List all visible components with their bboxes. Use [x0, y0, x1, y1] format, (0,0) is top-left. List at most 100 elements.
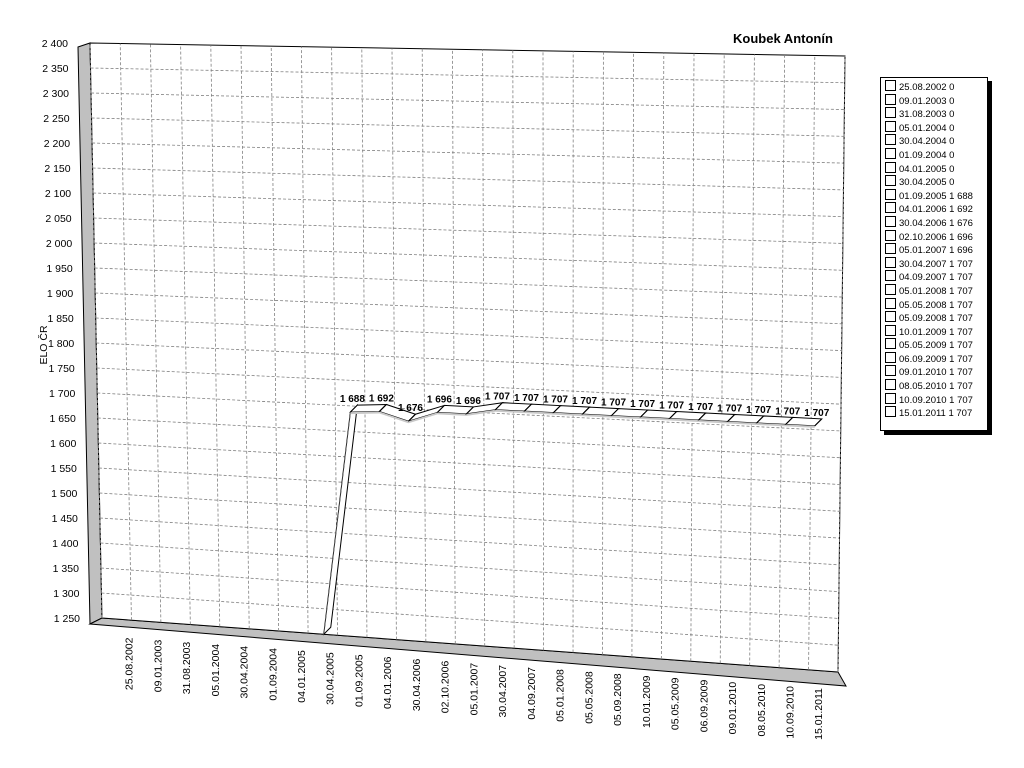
legend-item: 08.05.2010 1 707: [885, 379, 987, 393]
legend-item: 30.04.2005 0: [885, 175, 987, 189]
data-label: 1 707: [746, 405, 771, 416]
data-label: 1 707: [630, 399, 655, 410]
legend-label: 05.01.2004 0: [899, 122, 955, 134]
legend-swatch: [885, 392, 896, 404]
x-tick-label: 10.09.2010: [785, 686, 797, 739]
data-label: 1 692: [369, 394, 394, 405]
legend-item: 04.01.2005 0: [885, 161, 987, 176]
legend-item: 10.09.2010 1 707: [885, 392, 987, 407]
legend-label: 04.09.2007 1 707: [899, 272, 973, 284]
legend-label: 30.04.2004 0: [899, 136, 955, 148]
legend-item: 04.09.2007 1 707: [885, 270, 987, 284]
legend-swatch: [885, 379, 896, 391]
legend-label: 10.09.2010 1 707: [899, 394, 973, 406]
y-tick-label: 1 950: [46, 263, 72, 275]
y-tick-label: 1 450: [52, 513, 78, 525]
legend-label: 30.04.2006 1 676: [899, 217, 973, 229]
x-tick-label: 06.09.2009: [698, 680, 710, 733]
legend-item: 01.09.2004 0: [885, 147, 987, 162]
legend-swatch: [885, 107, 896, 119]
data-label: 1 707: [775, 406, 800, 417]
y-tick-label: 1 650: [50, 413, 76, 425]
x-tick-label: 08.05.2010: [756, 684, 768, 737]
chart-legend: 25.08.2002 0 09.01.2003 0 31.08.2003 0 05.0…: [880, 77, 988, 431]
legend-label: 25.08.2002 0: [899, 82, 955, 93]
x-tick-label: 31.08.2003: [181, 642, 193, 695]
legend-swatch: [885, 161, 896, 173]
data-label: 1 707: [688, 402, 713, 413]
y-tick-label: 1 500: [51, 488, 77, 500]
legend-item: 30.04.2007 1 707: [885, 256, 987, 271]
x-tick-label: 09.01.2003: [152, 639, 164, 692]
x-tick-label: 05.09.2008: [612, 673, 624, 726]
legend-swatch: [885, 215, 896, 227]
legend-label: 06.09.2009 1 707: [899, 353, 973, 365]
legend-label: 04.01.2005 0: [899, 163, 955, 175]
legend-swatch: [885, 229, 896, 241]
x-tick-label: 30.04.2005: [325, 652, 337, 705]
legend-label: 05.01.2008 1 707: [899, 285, 973, 297]
y-tick-label: 2 150: [44, 163, 70, 175]
y-axis-title: ELO ČR: [37, 325, 50, 365]
x-tick-label: 05.05.2008: [583, 671, 595, 724]
data-label: 1 676: [398, 403, 423, 414]
legend-swatch: [885, 406, 896, 418]
legend-swatch: [885, 93, 896, 105]
x-tick-label: 30.04.2007: [497, 665, 509, 718]
x-tick-label: 04.01.2005: [296, 650, 308, 703]
y-tick-label: 1 700: [49, 388, 75, 400]
legend-swatch: [885, 283, 896, 295]
legend-item: 05.05.2009 1 707: [885, 338, 987, 352]
data-label: 1 707: [485, 392, 510, 403]
plot-back-plane: [89, 42, 846, 673]
legend-label: 30.04.2005 0: [899, 177, 955, 189]
legend-item: 25.08.2002 0: [885, 80, 987, 94]
legend-item: 05.01.2004 0: [885, 120, 987, 135]
legend-item: 10.01.2009 1 707: [885, 324, 987, 339]
x-tick-label: 05.01.2004: [210, 644, 222, 697]
legend-label: 05.09.2008 1 707: [899, 313, 973, 325]
legend-label: 05.05.2008 1 707: [899, 299, 973, 311]
data-label: 1 688: [340, 394, 365, 405]
y-tick-label: 1 800: [48, 338, 74, 350]
y-tick-label: 2 250: [43, 113, 69, 125]
data-label: 1 707: [659, 401, 684, 412]
chart-canvas: 2 400 2 350 2 300 2 250 2 200 2 150 2 100 2 050…: [37, 38, 847, 740]
legend-label: 05.01.2007 1 696: [899, 245, 973, 257]
x-tick-label: 30.04.2004: [239, 646, 251, 699]
y-tick-label: 1 600: [50, 438, 76, 450]
legend-item: 05.01.2008 1 707: [885, 283, 987, 298]
y-tick-label: 1 550: [51, 463, 77, 475]
y-tick-label: 1 400: [52, 538, 78, 550]
data-label: 1 696: [456, 396, 481, 407]
legend-item: 30.04.2004 0: [885, 134, 987, 148]
legend-swatch: [885, 270, 896, 282]
x-tick-label: 05.01.2008: [555, 669, 567, 722]
data-label: 1 707: [572, 396, 597, 407]
legend-item: 15.01.2011 1 707: [885, 406, 987, 420]
y-tick-label: 1 250: [54, 613, 80, 625]
legend-swatch: [885, 297, 896, 309]
legend-label: 30.04.2007 1 707: [899, 258, 973, 270]
legend-item: 06.09.2009 1 707: [885, 351, 987, 366]
legend-swatch: [885, 365, 896, 377]
y-tick-label: 1 300: [53, 588, 79, 600]
y-tick-label: 1 750: [49, 363, 75, 375]
legend-item: 04.01.2006 1 692: [885, 202, 987, 216]
x-tick-label: 01.09.2004: [267, 648, 279, 701]
legend-label: 15.01.2011 1 707: [899, 408, 973, 420]
legend-item: 05.01.2007 1 696: [885, 243, 987, 257]
y-tick-label: 1 350: [53, 563, 79, 575]
data-label: 1 707: [514, 393, 539, 404]
y-tick-label: 2 400: [42, 38, 68, 50]
x-tick-label: 25.08.2002: [124, 637, 136, 690]
legend-label: 10.01.2009 1 707: [899, 326, 973, 338]
legend-swatch: [885, 351, 896, 363]
x-tick-label: 01.09.2005: [353, 654, 365, 707]
x-tick-label: 02.10.2006: [440, 661, 452, 714]
y-tick-label: 2 100: [45, 188, 71, 200]
y-tick-label: 2 350: [42, 63, 68, 75]
data-label: 1 707: [601, 398, 626, 409]
legend-swatch: [885, 80, 896, 91]
legend-swatch: [885, 147, 896, 159]
